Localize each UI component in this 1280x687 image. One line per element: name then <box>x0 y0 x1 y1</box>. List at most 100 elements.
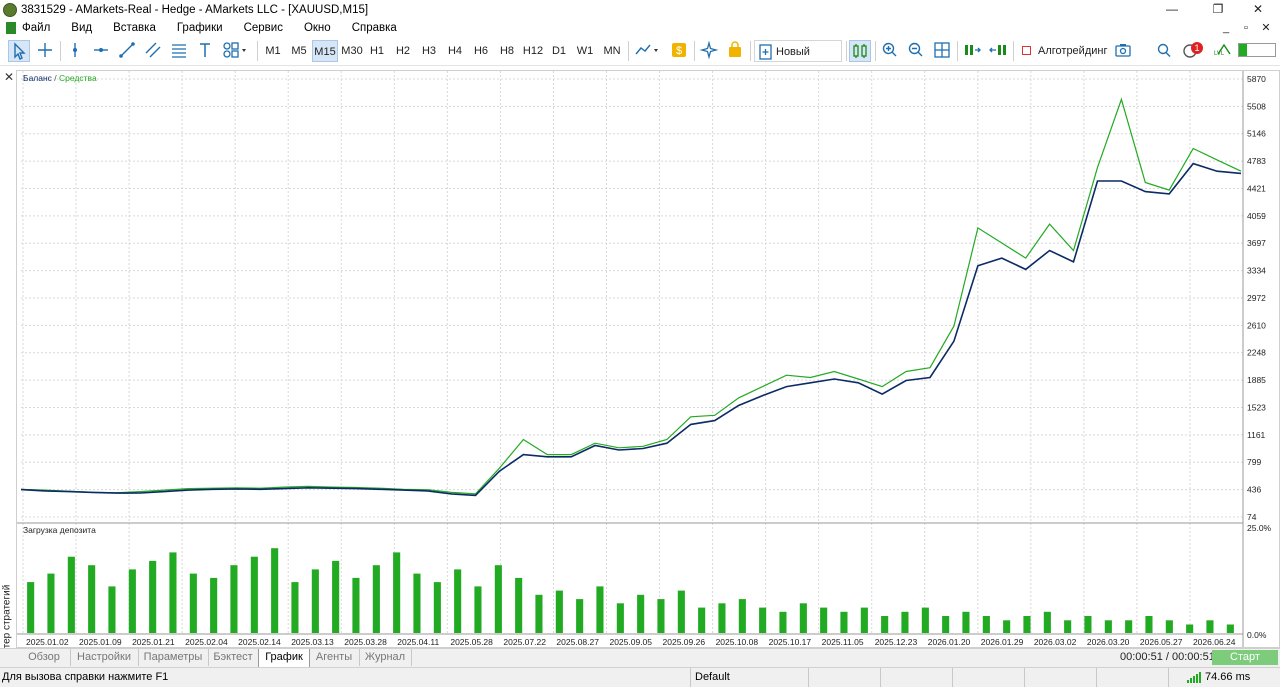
close-panel-icon[interactable]: ✕ <box>4 70 14 84</box>
depth-of-market-icon[interactable]: LVL <box>1212 40 1236 62</box>
minimize-button[interactable]: — <box>1154 0 1190 19</box>
fibonacci-icon[interactable] <box>168 40 190 62</box>
deposit-load-bar <box>535 594 543 633</box>
autoscroll-icon[interactable] <box>961 40 983 62</box>
market-icon[interactable] <box>724 40 746 62</box>
timeframe-h3[interactable]: H3 <box>418 40 440 62</box>
x-tick-label: 2026.01.29 <box>981 637 1024 647</box>
algotrading-button[interactable]: Алготрейдинг <box>1018 40 1110 62</box>
start-button[interactable]: Старт <box>1212 650 1278 665</box>
restore-button[interactable]: ❐ <box>1200 0 1236 19</box>
deposit-load-bar <box>840 611 848 633</box>
menu-view[interactable]: Вид <box>71 22 92 34</box>
y-tick-label: 799 <box>1247 457 1261 467</box>
tab-parameters[interactable]: Параметры <box>138 649 209 666</box>
y-tick-label: 3697 <box>1247 238 1266 248</box>
tab-backtest[interactable]: Бэктест <box>208 649 259 666</box>
x-tick-label: 2025.04.11 <box>397 637 439 647</box>
mdi-close-button[interactable]: ✕ <box>1256 19 1276 37</box>
indicators-icon[interactable] <box>632 40 664 62</box>
deposit-max-label: 25.0% <box>1247 523 1272 533</box>
notifications-icon[interactable]: 1 <box>1180 40 1204 62</box>
cursor-icon[interactable] <box>8 40 30 62</box>
status-ping: 74.66 ms <box>1205 671 1251 683</box>
tab-overview[interactable]: Обзор <box>18 649 71 666</box>
timeframe-h1[interactable]: H1 <box>366 40 388 62</box>
y-tick-label: 5146 <box>1247 129 1266 139</box>
mdi-minimize-button[interactable]: _ <box>1216 19 1236 37</box>
menu-tools[interactable]: Сервис <box>244 22 283 34</box>
text-icon[interactable] <box>194 40 216 62</box>
balance-chart[interactable]: 5870 5508 5146 4783 4421 4059 3697 3334 2972 2610… <box>17 71 1279 647</box>
screenshot-icon[interactable] <box>1112 40 1134 62</box>
mdi-restore-button[interactable]: ▫ <box>1236 19 1256 37</box>
timeframe-m30[interactable]: M30 <box>339 40 365 62</box>
timeframe-m15[interactable]: M15 <box>312 40 338 62</box>
deposit-load-bar <box>311 569 319 633</box>
menu-help[interactable]: Справка <box>352 22 397 34</box>
menu-file[interactable]: Файл <box>22 22 50 34</box>
tab-journal[interactable]: Журнал <box>359 649 412 666</box>
trendline-icon[interactable] <box>116 40 138 62</box>
deposit-load-bar <box>657 599 665 633</box>
grid-icon[interactable] <box>931 40 953 62</box>
deposit-load-bar <box>1084 616 1092 633</box>
deposit-load-bar <box>1043 611 1051 633</box>
chart-menu-icon[interactable] <box>6 22 16 34</box>
title-bar: 3831529 - AMarkets-Real - Hedge - AMarke… <box>0 0 1280 19</box>
timeframe-m1[interactable]: M1 <box>262 40 284 62</box>
timeframe-h12[interactable]: H12 <box>520 40 546 62</box>
tab-agents[interactable]: Агенты <box>309 649 360 666</box>
deposit-load-bar <box>738 599 746 633</box>
deposit-load-bar <box>1206 620 1214 633</box>
timeframe-h6[interactable]: H6 <box>470 40 492 62</box>
y-tick-label: 2972 <box>1247 293 1266 303</box>
menu-window[interactable]: Окно <box>304 22 331 34</box>
close-window-button[interactable]: ✕ <box>1240 0 1276 19</box>
deposit-load-bar <box>718 603 726 633</box>
timeframe-mn[interactable]: MN <box>600 40 624 62</box>
timeframe-d1[interactable]: D1 <box>548 40 570 62</box>
timeframe-h4[interactable]: H4 <box>444 40 466 62</box>
tab-graph[interactable]: График <box>258 649 310 668</box>
timeframe-h8[interactable]: H8 <box>496 40 518 62</box>
crosshair-icon[interactable] <box>34 40 56 62</box>
deposit-load-bar <box>27 582 35 633</box>
zoom-out-icon[interactable] <box>905 40 927 62</box>
search-icon[interactable] <box>1154 40 1174 62</box>
x-tick-label: 2025.09.05 <box>609 637 652 647</box>
legend-separator: / <box>52 73 59 83</box>
menu-charts[interactable]: Графики <box>177 22 223 34</box>
deposit-load-bar <box>1186 624 1194 633</box>
x-tick-label: 2025.09.26 <box>663 637 706 647</box>
vertical-line-icon[interactable] <box>64 40 86 62</box>
chart-window[interactable]: 5870 5508 5146 4783 4421 4059 3697 3334 2972 2610… <box>16 70 1280 648</box>
status-connection-cell[interactable]: 74.66 ms <box>1168 668 1280 687</box>
deposit-load-bar <box>169 552 177 633</box>
channel-icon[interactable] <box>142 40 164 62</box>
x-tick-label: 2025.12.23 <box>875 637 918 647</box>
zoom-in-icon[interactable] <box>879 40 901 62</box>
x-tick-label: 2026.01.20 <box>928 637 971 647</box>
x-tick-label: 2025.01.02 <box>26 637 69 647</box>
deposit-load-bar <box>1104 620 1112 633</box>
deposit-load-bar <box>596 586 604 633</box>
horizontal-line-icon[interactable] <box>90 40 112 62</box>
new-order-button[interactable]: Новый ордер <box>754 40 842 80</box>
signals-icon[interactable] <box>698 40 720 62</box>
menu-insert[interactable]: Вставка <box>113 22 156 34</box>
shapes-icon[interactable] <box>220 40 252 62</box>
chart-shift-icon[interactable] <box>987 40 1009 62</box>
deposit-load-bar <box>250 556 258 633</box>
dollar-icon[interactable]: $ <box>668 40 690 62</box>
deposit-load-bar <box>698 607 706 633</box>
deposit-load-bar <box>433 582 441 633</box>
x-tick-label: 2026.03.02 <box>1034 637 1077 647</box>
candlestick-icon[interactable] <box>849 40 871 62</box>
status-profile-cell[interactable]: Default <box>690 668 809 687</box>
timeframe-h2[interactable]: H2 <box>392 40 414 62</box>
tab-settings[interactable]: Настройки <box>70 649 139 666</box>
timeframe-w1[interactable]: W1 <box>574 40 596 62</box>
y-tick-label: 74 <box>1247 512 1257 522</box>
timeframe-m5[interactable]: M5 <box>288 40 310 62</box>
